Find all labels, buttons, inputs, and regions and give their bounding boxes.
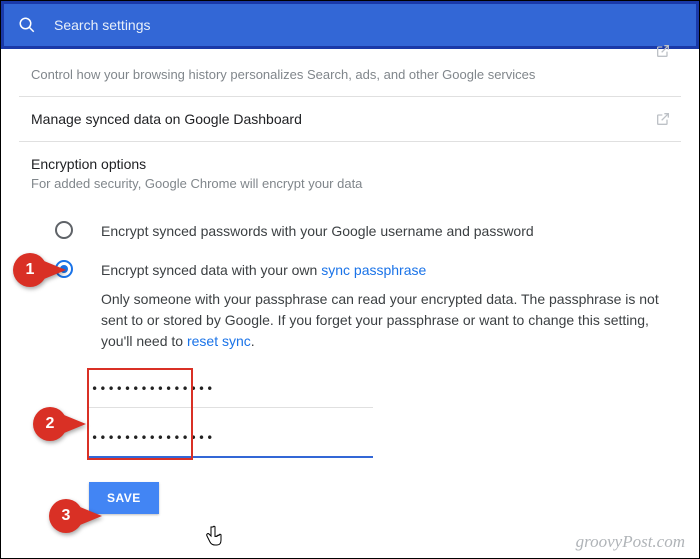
opt1-label: Encrypt synced passwords with your Googl… <box>101 223 534 239</box>
encryption-subtitle: For added security, Google Chrome will e… <box>31 176 669 191</box>
encrypt-passwords-option[interactable]: Encrypt synced passwords with your Googl… <box>31 221 669 242</box>
settings-content: Control how your browsing history person… <box>1 49 699 514</box>
encryption-header: Encryption options For added security, G… <box>19 142 681 205</box>
confirm-passphrase-field[interactable] <box>89 420 373 458</box>
encryption-title: Encryption options <box>31 156 669 172</box>
sync-passphrase-link[interactable]: sync passphrase <box>321 262 426 278</box>
search-input[interactable] <box>54 17 682 33</box>
opt2-label-prefix: Encrypt synced data with your own <box>101 262 321 278</box>
history-personalization-row[interactable]: Control how your browsing history person… <box>19 49 681 97</box>
dashboard-row[interactable]: Manage synced data on Google Dashboard <box>19 97 681 142</box>
history-subtitle: Control how your browsing history person… <box>31 67 669 82</box>
passphrase-field[interactable] <box>89 370 373 408</box>
external-link-icon <box>655 43 671 64</box>
radio-unselected-icon[interactable] <box>55 221 73 239</box>
save-row: SAVE <box>89 482 681 514</box>
watermark: groovyPost.com <box>576 532 685 552</box>
opt2-description: Only someone with your passphrase can re… <box>101 289 669 352</box>
annotation-callout-3: 3 <box>49 499 102 533</box>
annotation-callout-1: 1 <box>13 253 66 287</box>
annotation-callout-2: 2 <box>33 407 86 441</box>
cursor-pointer-icon <box>205 525 223 552</box>
reset-sync-link[interactable]: reset sync <box>187 333 251 349</box>
encrypt-passphrase-option[interactable]: Encrypt synced data with your own sync p… <box>31 260 669 352</box>
encryption-options: Encrypt synced passwords with your Googl… <box>19 205 681 352</box>
external-link-icon <box>655 111 671 132</box>
settings-search-bar[interactable] <box>1 1 699 49</box>
dashboard-title: Manage synced data on Google Dashboard <box>31 111 669 127</box>
passphrase-inputs <box>89 370 681 458</box>
search-icon <box>18 16 36 34</box>
